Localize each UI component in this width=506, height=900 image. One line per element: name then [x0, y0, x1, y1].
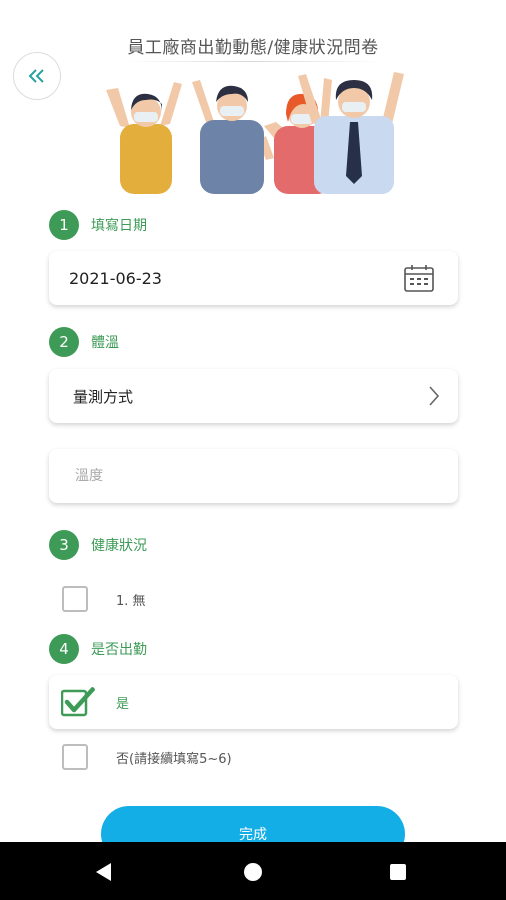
- nav-back-icon[interactable]: [95, 862, 113, 882]
- page-title: 員工廠商出勤動態/健康狀況問卷: [127, 38, 379, 58]
- health-option-none[interactable]: 1. 無: [49, 572, 458, 626]
- step-label: 填寫日期: [91, 218, 147, 234]
- checkbox[interactable]: [62, 744, 88, 770]
- title-divider: [123, 61, 383, 62]
- option-label: 否(請接續填寫5~6): [116, 751, 232, 767]
- chevron-right-icon: [429, 386, 440, 406]
- nav-home-icon[interactable]: [244, 863, 262, 881]
- measurement-method-select[interactable]: 量測方式: [49, 369, 458, 423]
- step-1-header: 1 填寫日期: [49, 210, 147, 240]
- android-navigation-bar: [0, 842, 506, 900]
- calendar-icon[interactable]: [404, 264, 434, 292]
- step-number-badge: 1: [49, 210, 79, 240]
- checkbox[interactable]: [62, 586, 88, 612]
- step-number-badge: 4: [49, 634, 79, 664]
- step-3-header: 3 健康狀況: [49, 530, 147, 560]
- temperature-input[interactable]: [69, 467, 438, 485]
- measurement-method-label: 量測方式: [73, 387, 134, 406]
- option-label: 是: [116, 696, 130, 712]
- date-value: 2021-06-23: [69, 268, 162, 288]
- step-4-header: 4 是否出勤: [49, 634, 147, 664]
- date-field[interactable]: 2021-06-23: [49, 251, 458, 305]
- double-chevron-left-icon: [28, 69, 44, 83]
- step-label: 是否出勤: [91, 642, 147, 658]
- temperature-field[interactable]: [49, 449, 458, 503]
- checkbox-checked[interactable]: [61, 687, 95, 717]
- nav-recent-icon[interactable]: [390, 864, 406, 880]
- step-2-header: 2 體溫: [49, 327, 119, 357]
- step-label: 健康狀況: [91, 538, 147, 554]
- option-label: 1. 無: [116, 593, 146, 609]
- attendance-option-yes[interactable]: 是: [49, 675, 458, 729]
- back-button[interactable]: [13, 52, 61, 100]
- step-label: 體溫: [91, 335, 119, 351]
- step-number-badge: 3: [49, 530, 79, 560]
- step-number-badge: 2: [49, 327, 79, 357]
- masked-people-illustration: [106, 72, 404, 194]
- attendance-option-no[interactable]: 否(請接續填寫5~6): [49, 730, 458, 784]
